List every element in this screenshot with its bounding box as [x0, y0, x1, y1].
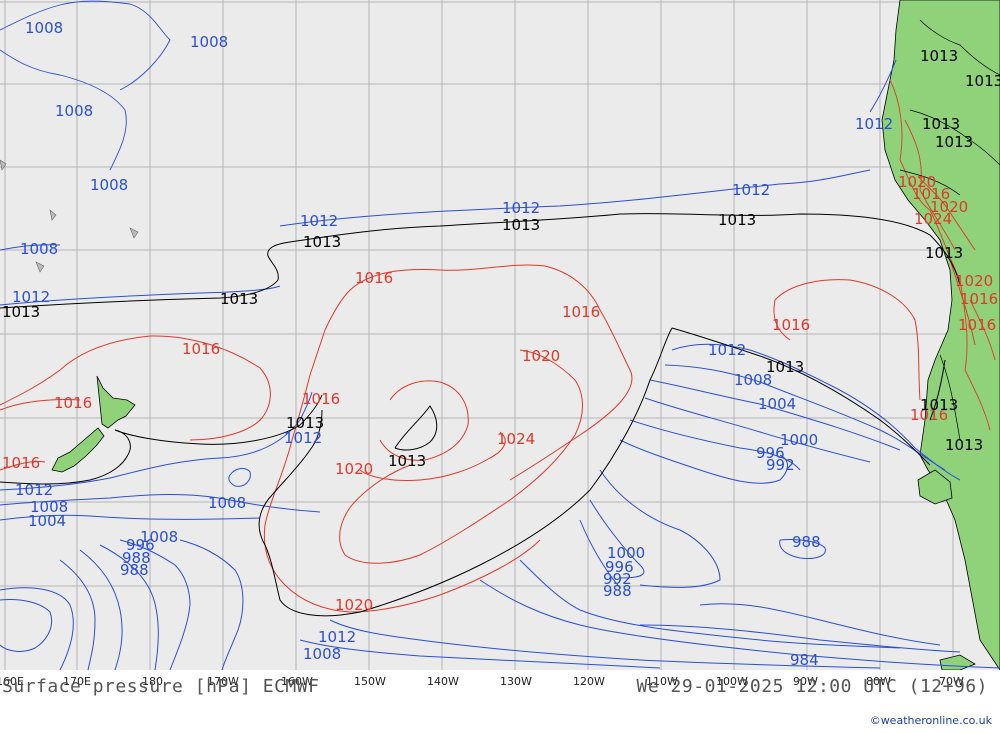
isobar-label: 1012	[300, 212, 338, 230]
isobar-label: 1013	[925, 244, 963, 262]
isobar-label: 1016	[958, 316, 996, 334]
forecast-datetime: We 29-01-2025 12:00 UTC (12+96)	[636, 676, 988, 697]
isobar-label: 1013	[945, 436, 983, 454]
pressure-map[interactable]: 1008 1008 1008 1008 1008 1012 1008 1012 …	[0, 0, 1000, 670]
isobar-label: 1013	[922, 115, 960, 133]
lon-label: 120W	[573, 675, 605, 688]
map-title: Surface pressure [hPa] ECMWF	[2, 676, 320, 697]
isobar-label: 1012	[732, 181, 770, 199]
isobar-label: 1004	[758, 395, 796, 413]
isobar-label: 1012	[15, 481, 53, 499]
isobar-label: 1008	[190, 33, 228, 51]
isobar-label: 1020	[335, 460, 373, 478]
isobar-label: 1008	[90, 176, 128, 194]
lon-label: 140W	[427, 675, 459, 688]
isobar-label: 1008	[55, 102, 93, 120]
isobar-label: 1016	[355, 269, 393, 287]
isobar-label: 1013	[303, 233, 341, 251]
isobar-label: 1004	[28, 512, 66, 530]
isobar-label: 1016	[562, 303, 600, 321]
isobar-label: 988	[792, 533, 821, 551]
isobar-label: 1016	[772, 316, 810, 334]
isobar-label: 1013	[220, 290, 258, 308]
credit-link[interactable]: ©weatheronline.co.uk	[870, 714, 992, 727]
isobar-label: 1013	[935, 133, 973, 151]
isobar-label: 1000	[780, 431, 818, 449]
isobar-label: 1012	[855, 115, 893, 133]
isobar-label: 1013	[766, 358, 804, 376]
lon-label: 150W	[354, 675, 386, 688]
isobar-label: 1012	[318, 628, 356, 646]
isobar-label: 1024	[914, 210, 952, 228]
isobar-label: 1016	[54, 394, 92, 412]
isobar-label: 1020	[335, 596, 373, 614]
isobar-label: 1012	[502, 199, 540, 217]
isobar-label: 1020	[522, 347, 560, 365]
isobar-label: 1013	[965, 72, 1000, 90]
isobar-label: 1008	[208, 494, 246, 512]
isobar-label: 1013	[920, 47, 958, 65]
isobar-label: 988	[603, 582, 632, 600]
isobar-label: 992	[766, 456, 795, 474]
lon-label: 130W	[500, 675, 532, 688]
isobar-label: 1012	[708, 341, 746, 359]
isobar-label: 1024	[497, 430, 535, 448]
isobar-label: 1013	[388, 452, 426, 470]
isobar-label: 1016	[2, 454, 40, 472]
isobar-label: 984	[790, 651, 819, 669]
isobar-label: 1013	[286, 414, 324, 432]
isobar-label: 1016	[302, 390, 340, 408]
isobar-label: 1016	[960, 290, 998, 308]
isobar-label: 1008	[25, 19, 63, 37]
isobar-label: 1008	[303, 645, 341, 663]
isobar-label: 988	[120, 561, 149, 579]
isobar-label: 1013	[502, 216, 540, 234]
isobar-label: 1013	[2, 303, 40, 321]
isobar-label: 1013	[920, 396, 958, 414]
isobar-label: 1013	[718, 211, 756, 229]
isobar-label: 1020	[955, 272, 993, 290]
isobar-label: 1016	[182, 340, 220, 358]
isobar-label: 1008	[20, 240, 58, 258]
